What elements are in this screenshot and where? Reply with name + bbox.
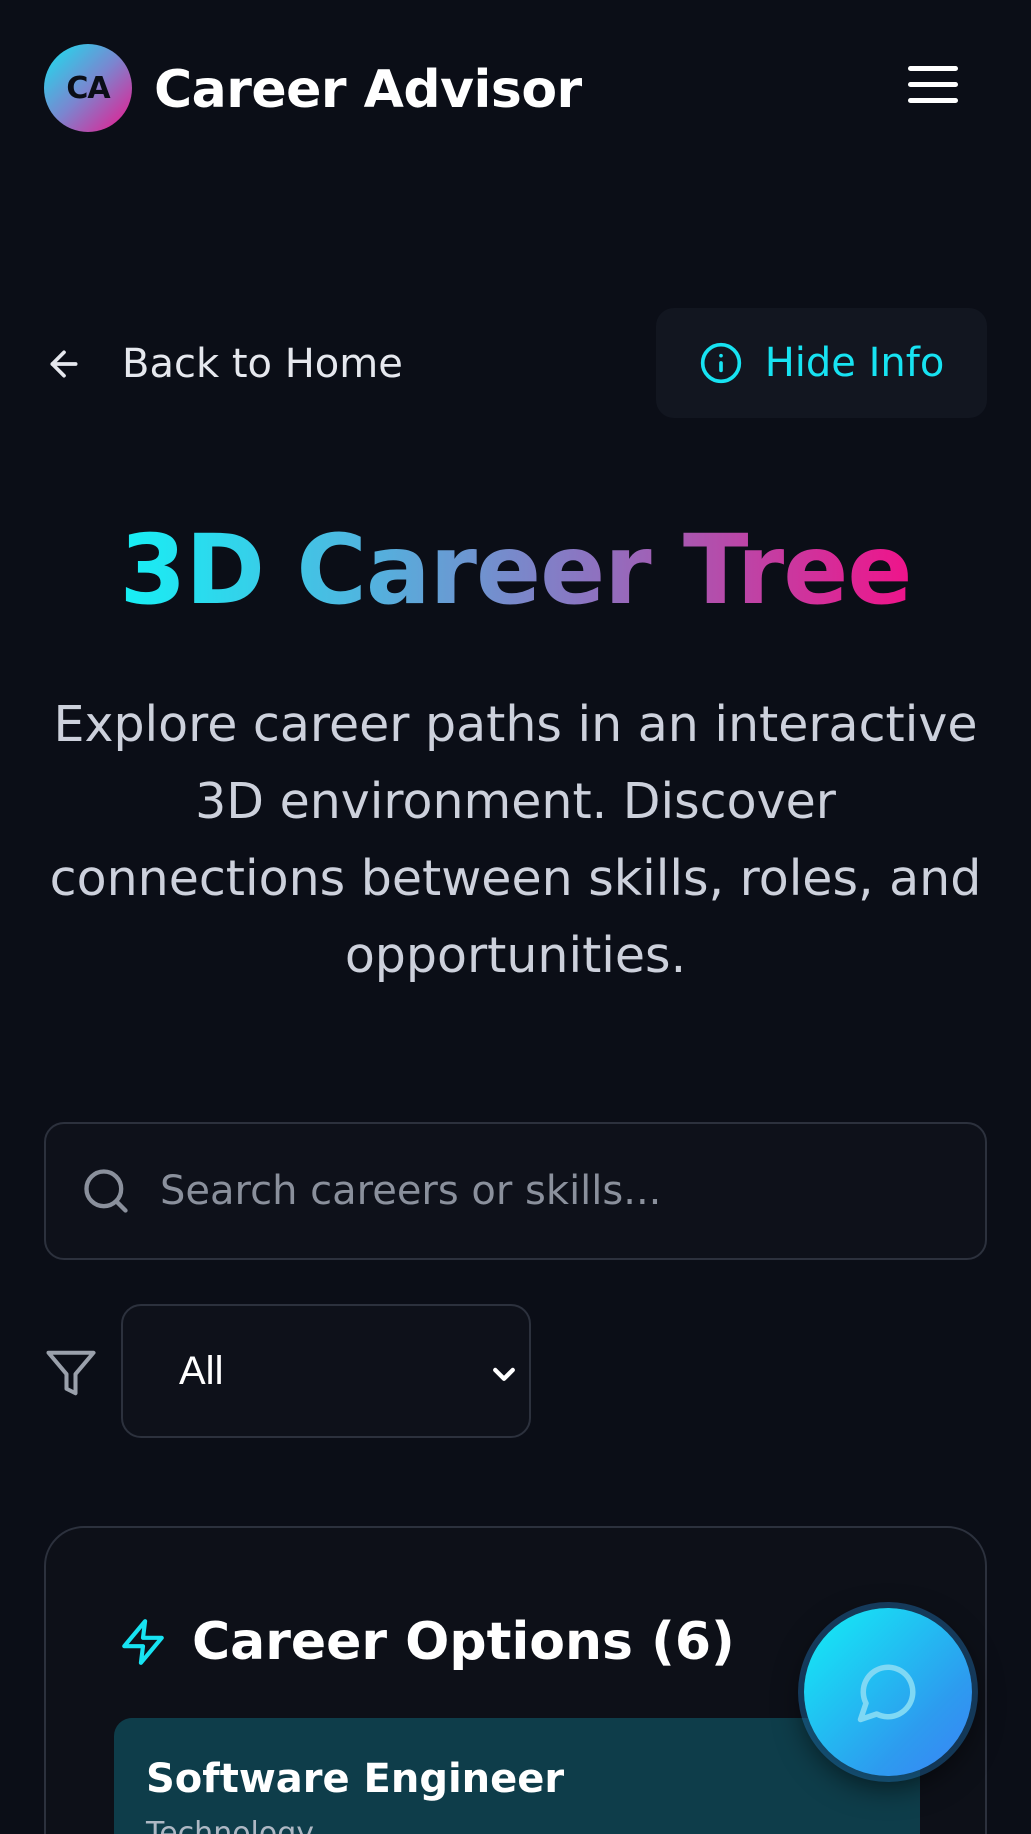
back-to-home-label: Back to Home xyxy=(122,341,403,387)
page-title-text: 3D Career Tree xyxy=(119,514,913,626)
menu-line xyxy=(908,82,958,87)
chevron-down-icon xyxy=(493,1367,515,1381)
career-options-title: Career Options (6) xyxy=(192,1612,735,1672)
info-icon xyxy=(700,342,741,384)
career-options-heading: Career Options (6) xyxy=(118,1612,735,1672)
app-header: CA Career Advisor xyxy=(0,0,1031,176)
chat-bubble-icon xyxy=(857,1664,916,1723)
chat-button[interactable] xyxy=(804,1608,972,1776)
arrow-left-icon xyxy=(50,350,78,378)
hamburger-menu-icon[interactable] xyxy=(902,60,964,116)
hide-info-button[interactable]: Hide Info xyxy=(656,308,987,418)
menu-line xyxy=(908,66,958,71)
career-option-name: Software Engineer xyxy=(146,1756,565,1802)
menu-line xyxy=(908,98,958,103)
page: CA Career Advisor Back to Home Hide Info… xyxy=(0,0,1031,1834)
back-to-home-link[interactable]: Back to Home xyxy=(44,330,403,398)
filter-icon xyxy=(46,1350,96,1396)
page-title: 3D Career Tree xyxy=(0,512,1031,628)
career-option-item[interactable]: Software Engineer Technology xyxy=(114,1718,920,1834)
search-box[interactable] xyxy=(44,1122,987,1260)
search-icon xyxy=(84,1169,128,1213)
category-filter-value: All xyxy=(179,1348,224,1393)
app-title[interactable]: Career Advisor xyxy=(154,56,582,124)
lightning-icon xyxy=(122,1619,164,1665)
logo-avatar[interactable]: CA xyxy=(44,44,132,132)
category-filter-select[interactable]: All xyxy=(121,1304,531,1438)
career-option-category: Technology xyxy=(146,1816,315,1834)
search-input[interactable] xyxy=(160,1168,920,1214)
page-subtitle: Explore career paths in an interactive 3… xyxy=(49,696,982,984)
hide-info-label: Hide Info xyxy=(764,340,945,386)
